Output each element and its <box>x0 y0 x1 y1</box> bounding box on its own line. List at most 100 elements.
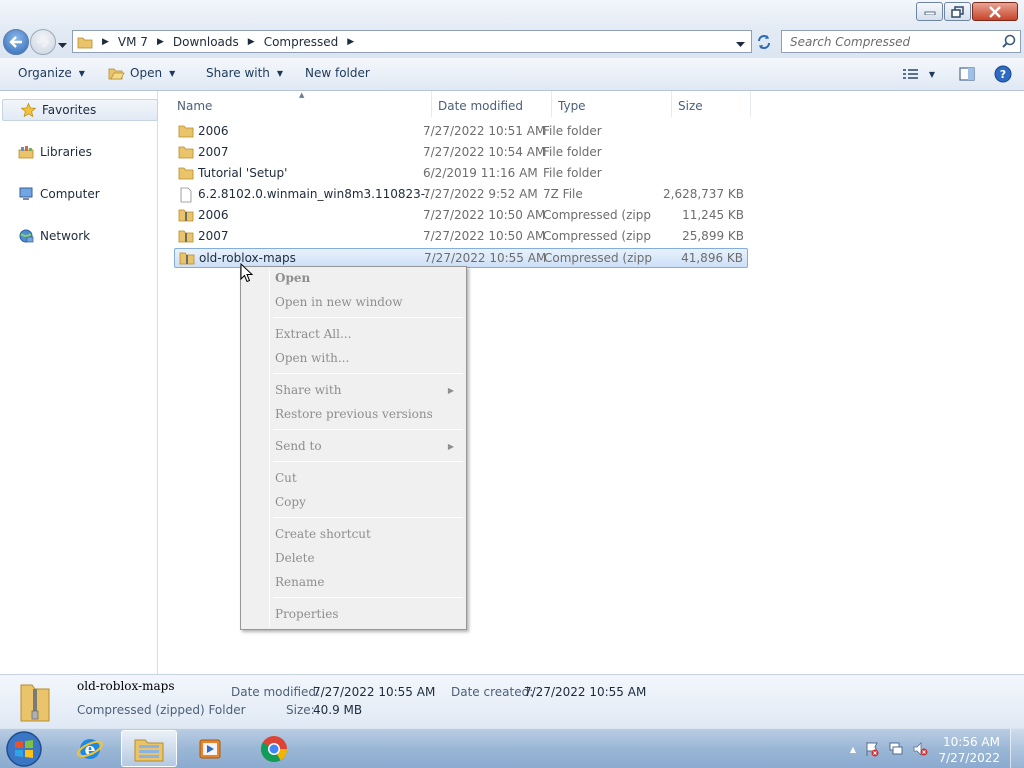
change-view-button[interactable] <box>902 67 920 81</box>
menu-item-cut[interactable]: Cut <box>275 471 297 485</box>
forward-button[interactable] <box>30 29 56 55</box>
help-button[interactable]: ? <box>994 65 1012 83</box>
breadcrumb-downloads[interactable]: Downloads <box>173 35 239 49</box>
nav-item-network[interactable]: Network <box>18 229 90 243</box>
file-row[interactable]: 6.2.8102.0.winmain_win8m3.110823-1455...… <box>174 185 748 205</box>
column-header-name[interactable]: Name <box>177 96 212 116</box>
open-button[interactable]: Open ▼ <box>108 66 175 80</box>
column-header-type[interactable]: Type <box>558 96 586 116</box>
details-file-name: old-roblox-maps <box>77 679 175 693</box>
menu-separator <box>273 317 463 318</box>
details-date-modified: 7/27/2022 10:55 AM <box>313 685 436 699</box>
file-size: 11,245 KB <box>682 208 744 222</box>
menu-item-rename[interactable]: Rename <box>275 575 325 589</box>
menu-separator <box>273 429 463 430</box>
minimize-button[interactable] <box>916 2 943 21</box>
refresh-button[interactable] <box>753 31 775 53</box>
menu-item-share-with[interactable]: Share with <box>275 383 341 397</box>
nav-item-computer[interactable]: Computer <box>18 187 100 201</box>
submenu-arrow-icon: ▶ <box>447 442 454 451</box>
menu-item-open-new-window[interactable]: Open in new window <box>275 295 402 309</box>
menu-item-extract-all[interactable]: Extract All... <box>275 327 351 341</box>
internet-explorer-icon: e <box>77 738 103 760</box>
file-date: 7/27/2022 10:50 AM <box>423 208 546 222</box>
file-row[interactable]: 2006 7/27/2022 10:50 AM Compressed (zipp… <box>174 206 748 226</box>
breadcrumb-vm7[interactable]: VM 7 <box>118 35 148 49</box>
search-box[interactable] <box>781 30 1021 53</box>
search-input[interactable] <box>790 34 1000 49</box>
start-button[interactable] <box>4 730 44 768</box>
chevron-right-icon[interactable]: ▶ <box>347 37 354 47</box>
column-divider[interactable] <box>750 91 751 117</box>
recent-pages-dropdown[interactable] <box>58 38 67 52</box>
menu-item-send-to[interactable]: Send to <box>275 439 322 453</box>
file-row[interactable]: 2006 7/27/2022 10:51 AM File folder <box>174 122 748 142</box>
file-name: 6.2.8102.0.winmain_win8m3.110823-1455... <box>198 187 428 201</box>
menu-item-properties[interactable]: Properties <box>275 607 338 621</box>
clock-time: 10:56 AM <box>943 735 1000 749</box>
details-date-created: 7/27/2022 10:55 AM <box>524 685 647 699</box>
submenu-arrow-icon: ▶ <box>447 386 454 395</box>
zip-folder-icon <box>179 251 195 268</box>
column-divider[interactable] <box>671 91 672 117</box>
file-size: 25,899 KB <box>682 229 744 243</box>
close-button[interactable] <box>972 2 1018 21</box>
menu-item-open-with[interactable]: Open with... <box>275 351 349 365</box>
file-date: 7/27/2022 10:51 AM <box>423 124 546 138</box>
media-player-icon <box>199 739 221 758</box>
menu-item-open[interactable]: Open <box>275 271 310 285</box>
folder-icon <box>178 124 194 141</box>
column-header-date[interactable]: Date modified <box>438 96 523 116</box>
new-folder-button[interactable]: New folder <box>305 66 370 80</box>
restore-icon <box>950 5 964 18</box>
preview-pane-button[interactable] <box>959 67 975 81</box>
menu-item-delete[interactable]: Delete <box>275 551 315 565</box>
column-divider[interactable] <box>551 91 552 117</box>
column-header-size[interactable]: Size <box>678 96 703 116</box>
file-row[interactable]: 2007 7/27/2022 10:54 AM File folder <box>174 143 748 163</box>
chevron-right-icon[interactable]: ▶ <box>157 37 164 47</box>
back-button[interactable] <box>3 29 29 55</box>
clock[interactable]: 10:56 AM 7/27/2022 <box>938 734 1000 766</box>
file-row[interactable]: 2007 7/27/2022 10:50 AM Compressed (zipp… <box>174 227 748 247</box>
file-row[interactable]: Tutorial 'Setup' 6/2/2019 11:16 AM File … <box>174 164 748 184</box>
share-with-button[interactable]: Share with ▼ <box>206 66 283 80</box>
file-date: 7/27/2022 10:54 AM <box>423 145 546 159</box>
column-divider[interactable] <box>431 91 432 117</box>
taskbar-chrome[interactable] <box>246 730 302 767</box>
volume-muted-icon[interactable] <box>912 741 928 757</box>
action-center-icon[interactable] <box>864 741 880 757</box>
network-status-icon[interactable] <box>888 741 904 757</box>
chevron-right-icon[interactable]: ▶ <box>102 37 109 47</box>
file-row-selected[interactable]: old-roblox-maps 7/27/2022 10:55 AM Compr… <box>174 248 748 268</box>
title-bar <box>0 0 1024 28</box>
nav-item-libraries[interactable]: Libraries <box>18 145 92 159</box>
context-menu: Open Open in new window Extract All... O… <box>240 266 467 630</box>
caret-down-icon[interactable]: ▼ <box>929 70 935 79</box>
restore-button[interactable] <box>944 2 971 21</box>
taskbar-internet-explorer[interactable]: e <box>62 730 118 767</box>
menu-item-copy[interactable]: Copy <box>275 495 306 509</box>
menu-item-restore-versions[interactable]: Restore previous versions <box>275 407 433 421</box>
taskbar-media-player[interactable] <box>182 730 238 767</box>
file-size: 41,896 KB <box>681 251 743 265</box>
details-size-label: Size: <box>286 703 315 717</box>
show-desktop-button[interactable] <box>1010 729 1024 768</box>
chevron-right-icon[interactable]: ▶ <box>248 37 255 47</box>
file-type: File folder <box>543 145 602 159</box>
file-type: 7Z File <box>543 187 583 201</box>
window-controls <box>915 2 1018 21</box>
search-icon[interactable] <box>1002 34 1016 51</box>
show-hidden-icons-button[interactable]: ▲ <box>850 745 856 754</box>
organize-button[interactable]: Organize ▼ <box>18 66 85 80</box>
windows-start-icon <box>6 731 42 767</box>
clock-date: 7/27/2022 <box>938 751 1000 765</box>
taskbar-windows-explorer[interactable] <box>121 730 177 767</box>
address-history-dropdown[interactable] <box>736 37 745 51</box>
menu-item-create-shortcut[interactable]: Create shortcut <box>275 527 371 541</box>
breadcrumb-compressed[interactable]: Compressed <box>264 35 339 49</box>
nav-item-favorites[interactable]: Favorites <box>2 99 158 121</box>
chrome-icon <box>260 735 288 762</box>
file-type: Compressed (zipp... <box>543 229 651 243</box>
address-bar[interactable]: ▶ VM 7 ▶ Downloads ▶ Compressed ▶ <box>72 30 752 53</box>
